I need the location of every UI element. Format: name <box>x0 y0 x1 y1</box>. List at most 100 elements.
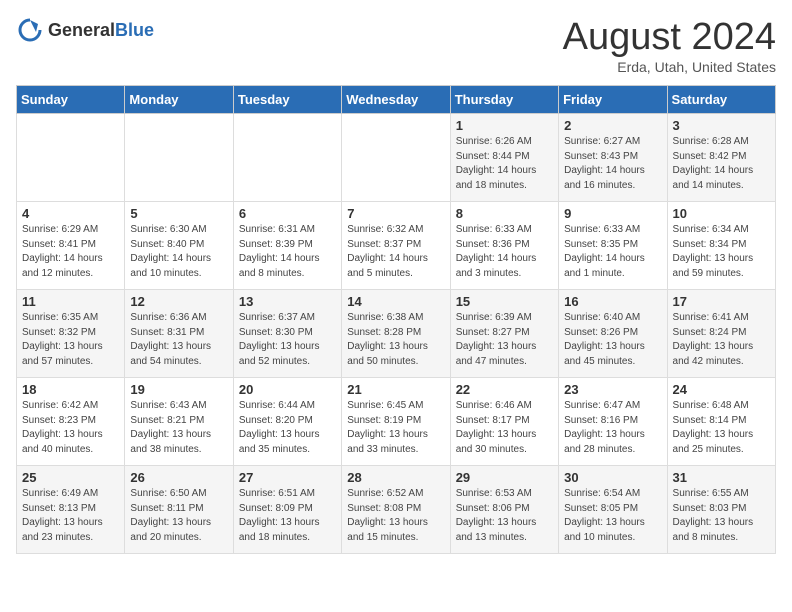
day-number: 9 <box>564 206 661 221</box>
day-number: 27 <box>239 470 336 485</box>
page-header: GeneralBlue August 2024 Erda, Utah, Unit… <box>16 16 776 75</box>
day-number: 18 <box>22 382 119 397</box>
col-header-sunday: Sunday <box>17 86 125 114</box>
day-detail: Sunrise: 6:39 AM Sunset: 8:27 PM Dayligh… <box>456 311 553 369</box>
calendar-cell: 3 Sunrise: 6:28 AM Sunset: 8:42 PM Daylig… <box>667 114 775 202</box>
day-number: 15 <box>456 294 553 309</box>
day-detail: Sunrise: 6:51 AM Sunset: 8:09 PM Dayligh… <box>239 487 336 545</box>
calendar-cell: 24Sunrise: 6:48 AM Sunset: 8:14 PM Dayli… <box>667 378 775 466</box>
day-number: 12 <box>130 294 227 309</box>
calendar-cell: 6 Sunrise: 6:31 AM Sunset: 8:39 PM Daylig… <box>233 202 341 290</box>
col-header-monday: Monday <box>125 86 233 114</box>
day-number: 31 <box>673 470 770 485</box>
day-number: 10 <box>673 206 770 221</box>
calendar-cell: 29 Sunrise: 6:53 AM Sunset: 8:06 PM Dayli… <box>450 466 558 554</box>
day-detail: Sunrise: 6:38 AM Sunset: 8:28 PM Dayligh… <box>347 311 444 369</box>
day-number: 14 <box>347 294 444 309</box>
day-detail: Sunrise: 6:40 AM Sunset: 8:26 PM Dayligh… <box>564 311 661 369</box>
day-detail: Sunrise: 6:52 AM Sunset: 8:08 PM Dayligh… <box>347 487 444 545</box>
calendar-cell: 22Sunrise: 6:46 AM Sunset: 8:17 PM Dayli… <box>450 378 558 466</box>
day-detail: Sunrise: 6:55 AM Sunset: 8:03 PM Dayligh… <box>673 487 770 545</box>
logo-text: GeneralBlue <box>48 20 154 41</box>
day-detail: Sunrise: 6:35 AM Sunset: 8:32 PM Dayligh… <box>22 311 119 369</box>
calendar-cell <box>125 114 233 202</box>
day-detail: Sunrise: 6:36 AM Sunset: 8:31 PM Dayligh… <box>130 311 227 369</box>
calendar-cell: 14 Sunrise: 6:38 AM Sunset: 8:28 PM Dayli… <box>342 290 450 378</box>
calendar-cell <box>233 114 341 202</box>
calendar-cell <box>342 114 450 202</box>
day-detail: Sunrise: 6:31 AM Sunset: 8:39 PM Dayligh… <box>239 223 336 281</box>
calendar-cell: 16 Sunrise: 6:40 AM Sunset: 8:26 PM Dayli… <box>559 290 667 378</box>
day-detail: Sunrise: 6:47 AM Sunset: 8:16 PM Dayligh… <box>564 399 661 457</box>
calendar-cell: 26Sunrise: 6:50 AM Sunset: 8:11 PM Dayli… <box>125 466 233 554</box>
calendar-cell: 20Sunrise: 6:44 AM Sunset: 8:20 PM Dayli… <box>233 378 341 466</box>
day-number: 23 <box>564 382 661 397</box>
calendar-cell: 7 Sunrise: 6:32 AM Sunset: 8:37 PM Daylig… <box>342 202 450 290</box>
month-year-title: August 2024 <box>563 16 776 59</box>
day-detail: Sunrise: 6:53 AM Sunset: 8:06 PM Dayligh… <box>456 487 553 545</box>
calendar-cell: 25Sunrise: 6:49 AM Sunset: 8:13 PM Dayli… <box>17 466 125 554</box>
location-subtitle: Erda, Utah, United States <box>563 59 776 75</box>
calendar-week-1: 1 Sunrise: 6:26 AM Sunset: 8:44 PM Daylig… <box>17 114 776 202</box>
calendar-cell: 4 Sunrise: 6:29 AM Sunset: 8:41 PM Daylig… <box>17 202 125 290</box>
day-detail: Sunrise: 6:49 AM Sunset: 8:13 PM Dayligh… <box>22 487 119 545</box>
day-number: 16 <box>564 294 661 309</box>
day-number: 24 <box>673 382 770 397</box>
day-detail: Sunrise: 6:28 AM Sunset: 8:42 PM Dayligh… <box>673 135 770 193</box>
calendar-cell: 9 Sunrise: 6:33 AM Sunset: 8:35 PM Daylig… <box>559 202 667 290</box>
day-number: 8 <box>456 206 553 221</box>
calendar-cell: 2 Sunrise: 6:27 AM Sunset: 8:43 PM Daylig… <box>559 114 667 202</box>
day-number: 28 <box>347 470 444 485</box>
day-number: 6 <box>239 206 336 221</box>
day-detail: Sunrise: 6:33 AM Sunset: 8:35 PM Dayligh… <box>564 223 661 281</box>
calendar-week-2: 4 Sunrise: 6:29 AM Sunset: 8:41 PM Daylig… <box>17 202 776 290</box>
day-number: 2 <box>564 118 661 133</box>
day-number: 30 <box>564 470 661 485</box>
day-detail: Sunrise: 6:44 AM Sunset: 8:20 PM Dayligh… <box>239 399 336 457</box>
calendar-cell: 1 Sunrise: 6:26 AM Sunset: 8:44 PM Daylig… <box>450 114 558 202</box>
day-detail: Sunrise: 6:54 AM Sunset: 8:05 PM Dayligh… <box>564 487 661 545</box>
calendar-week-4: 18 Sunrise: 6:42 AM Sunset: 8:23 PM Dayli… <box>17 378 776 466</box>
calendar-cell: 18 Sunrise: 6:42 AM Sunset: 8:23 PM Dayli… <box>17 378 125 466</box>
day-detail: Sunrise: 6:41 AM Sunset: 8:24 PM Dayligh… <box>673 311 770 369</box>
calendar-cell: 31 Sunrise: 6:55 AM Sunset: 8:03 PM Dayli… <box>667 466 775 554</box>
day-number: 5 <box>130 206 227 221</box>
day-detail: Sunrise: 6:42 AM Sunset: 8:23 PM Dayligh… <box>22 399 119 457</box>
calendar-cell: 5Sunrise: 6:30 AM Sunset: 8:40 PM Daylig… <box>125 202 233 290</box>
day-number: 1 <box>456 118 553 133</box>
calendar-week-3: 11Sunrise: 6:35 AM Sunset: 8:32 PM Dayli… <box>17 290 776 378</box>
calendar-cell: 19 Sunrise: 6:43 AM Sunset: 8:21 PM Dayli… <box>125 378 233 466</box>
calendar-cell: 13Sunrise: 6:37 AM Sunset: 8:30 PM Dayli… <box>233 290 341 378</box>
calendar-cell: 17 Sunrise: 6:41 AM Sunset: 8:24 PM Dayli… <box>667 290 775 378</box>
calendar-cell: 8Sunrise: 6:33 AM Sunset: 8:36 PM Daylig… <box>450 202 558 290</box>
logo-general: General <box>48 20 115 40</box>
day-number: 3 <box>673 118 770 133</box>
calendar-cell: 27 Sunrise: 6:51 AM Sunset: 8:09 PM Dayli… <box>233 466 341 554</box>
day-number: 29 <box>456 470 553 485</box>
calendar-week-5: 25Sunrise: 6:49 AM Sunset: 8:13 PM Dayli… <box>17 466 776 554</box>
day-detail: Sunrise: 6:45 AM Sunset: 8:19 PM Dayligh… <box>347 399 444 457</box>
day-number: 13 <box>239 294 336 309</box>
day-number: 22 <box>456 382 553 397</box>
calendar-cell: 30 Sunrise: 6:54 AM Sunset: 8:05 PM Dayli… <box>559 466 667 554</box>
day-detail: Sunrise: 6:50 AM Sunset: 8:11 PM Dayligh… <box>130 487 227 545</box>
day-detail: Sunrise: 6:32 AM Sunset: 8:37 PM Dayligh… <box>347 223 444 281</box>
day-number: 7 <box>347 206 444 221</box>
title-area: August 2024 Erda, Utah, United States <box>563 16 776 75</box>
calendar-cell: 15 Sunrise: 6:39 AM Sunset: 8:27 PM Dayli… <box>450 290 558 378</box>
col-header-saturday: Saturday <box>667 86 775 114</box>
calendar-cell: 21Sunrise: 6:45 AM Sunset: 8:19 PM Dayli… <box>342 378 450 466</box>
day-number: 19 <box>130 382 227 397</box>
logo-blue: Blue <box>115 20 154 40</box>
day-detail: Sunrise: 6:29 AM Sunset: 8:41 PM Dayligh… <box>22 223 119 281</box>
day-detail: Sunrise: 6:34 AM Sunset: 8:34 PM Dayligh… <box>673 223 770 281</box>
day-detail: Sunrise: 6:27 AM Sunset: 8:43 PM Dayligh… <box>564 135 661 193</box>
day-detail: Sunrise: 6:26 AM Sunset: 8:44 PM Dayligh… <box>456 135 553 193</box>
calendar-cell: 11Sunrise: 6:35 AM Sunset: 8:32 PM Dayli… <box>17 290 125 378</box>
day-number: 4 <box>22 206 119 221</box>
calendar-cell: 23 Sunrise: 6:47 AM Sunset: 8:16 PM Dayli… <box>559 378 667 466</box>
day-detail: Sunrise: 6:43 AM Sunset: 8:21 PM Dayligh… <box>130 399 227 457</box>
calendar-cell: 12 Sunrise: 6:36 AM Sunset: 8:31 PM Dayli… <box>125 290 233 378</box>
day-number: 17 <box>673 294 770 309</box>
calendar-cell <box>17 114 125 202</box>
